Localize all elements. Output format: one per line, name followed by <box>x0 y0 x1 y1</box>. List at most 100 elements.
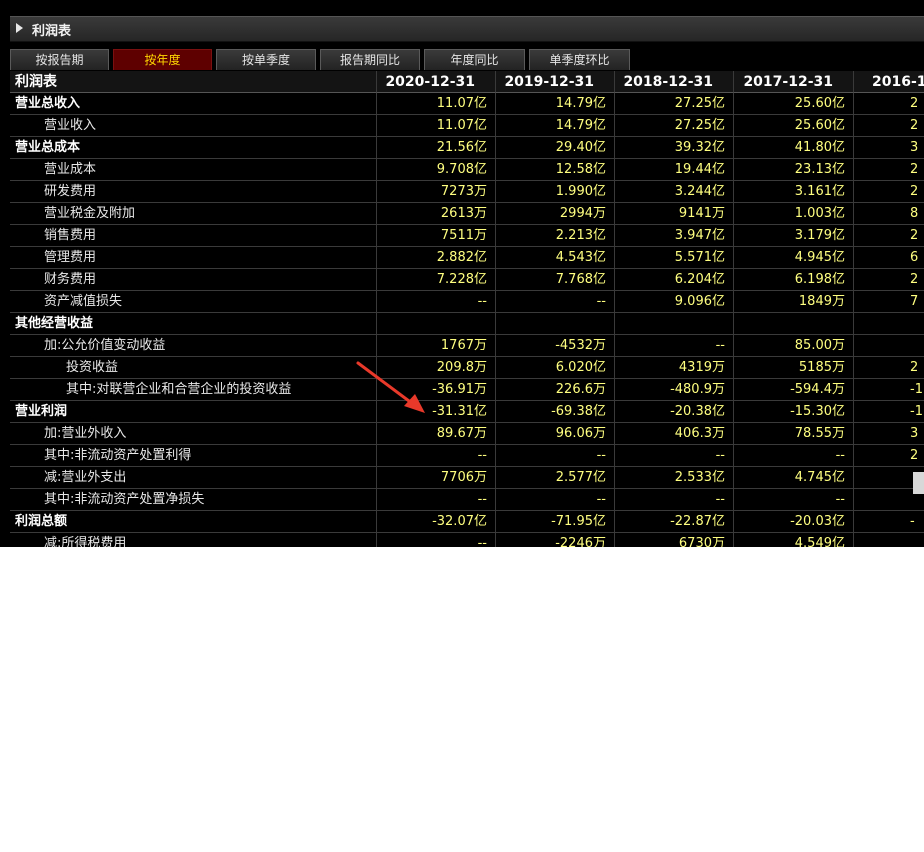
row-value: 25.60亿 <box>734 93 854 115</box>
table-row[interactable]: 投资收益 209.8万 6.020亿 4319万 5185万 2 <box>10 357 924 379</box>
row-value: 9.708亿 <box>377 159 496 181</box>
row-value: -- <box>615 445 734 467</box>
column-header[interactable]: 2018-12-31 <box>615 71 734 93</box>
row-value: 4319万 <box>615 357 734 379</box>
row-value: 9141万 <box>615 203 734 225</box>
row-value: 3 <box>854 423 924 445</box>
row-value: 19.44亿 <box>615 159 734 181</box>
table-row[interactable]: 管理费用 2.882亿 4.543亿 5.571亿 4.945亿 6 <box>10 247 924 269</box>
row-value: 1849万 <box>734 291 854 313</box>
row-value <box>377 313 496 335</box>
row-value: 4.745亿 <box>734 467 854 489</box>
tab-annual-yoy[interactable]: 年度同比 <box>424 49 525 70</box>
row-value: -- <box>377 489 496 511</box>
row-value: 23.13亿 <box>734 159 854 181</box>
row-value: 11.07亿 <box>377 115 496 137</box>
row-value: -- <box>734 489 854 511</box>
table-row[interactable]: 营业成本 9.708亿 12.58亿 19.44亿 23.13亿 2 <box>10 159 924 181</box>
tab-by-quarter[interactable]: 按单季度 <box>216 49 316 70</box>
table-row[interactable]: 其中:非流动资产处置净损失 -- -- -- -- <box>10 489 924 511</box>
row-value: -- <box>615 335 734 357</box>
table-row[interactable]: 财务费用 7.228亿 7.768亿 6.204亿 6.198亿 2 <box>10 269 924 291</box>
row-value: -480.9万 <box>615 379 734 401</box>
table-row[interactable]: 营业总成本 21.56亿 29.40亿 39.32亿 41.80亿 3 <box>10 137 924 159</box>
row-value: 41.80亿 <box>734 137 854 159</box>
row-value: 3.161亿 <box>734 181 854 203</box>
row-value: 3.179亿 <box>734 225 854 247</box>
row-value: -594.4万 <box>734 379 854 401</box>
row-value: 6730万 <box>615 533 734 547</box>
table-row[interactable]: 利润总额 -32.07亿 -71.95亿 -22.87亿 -20.03亿 - <box>10 511 924 533</box>
row-label: 管理费用 <box>10 247 377 269</box>
row-value: 9.096亿 <box>615 291 734 313</box>
column-header[interactable]: 2020-12-31 <box>377 71 496 93</box>
table-row[interactable]: 其他经营收益 <box>10 313 924 335</box>
table-row[interactable]: 营业总收入 11.07亿 14.79亿 27.25亿 25.60亿 2 <box>10 93 924 115</box>
table-row[interactable]: 加:营业外收入 89.67万 96.06万 406.3万 78.55万 3 <box>10 423 924 445</box>
row-label: 加:营业外收入 <box>10 423 377 445</box>
table-row[interactable]: 销售费用 7511万 2.213亿 3.947亿 3.179亿 2 <box>10 225 924 247</box>
table-row[interactable]: 营业税金及附加 2613万 2994万 9141万 1.003亿 8 <box>10 203 924 225</box>
row-value: - <box>854 511 924 533</box>
table-row[interactable]: 营业利润 -31.31亿 -69.38亿 -20.38亿 -15.30亿 -1 <box>10 401 924 423</box>
table-header-row: 利润表 2020-12-31 2019-12-31 2018-12-31 201… <box>10 71 924 93</box>
row-value: -- <box>377 445 496 467</box>
row-label: 其他经营收益 <box>10 313 377 335</box>
row-value: -- <box>377 291 496 313</box>
panel-title: 利润表 <box>32 24 72 39</box>
row-value: -- <box>496 445 615 467</box>
row-label: 研发费用 <box>10 181 377 203</box>
row-value: -- <box>615 489 734 511</box>
row-label: 营业收入 <box>10 115 377 137</box>
row-value: 2.213亿 <box>496 225 615 247</box>
row-value <box>615 313 734 335</box>
row-value: 1.003亿 <box>734 203 854 225</box>
row-value: 7.228亿 <box>377 269 496 291</box>
row-value: 39.32亿 <box>615 137 734 159</box>
row-value: 2 <box>854 225 924 247</box>
row-label: 营业成本 <box>10 159 377 181</box>
row-label: 其中:对联营企业和合营企业的投资收益 <box>10 379 377 401</box>
table-row[interactable]: 加:公允价值变动收益 1767万 -4532万 -- 85.00万 <box>10 335 924 357</box>
table-row[interactable]: 营业收入 11.07亿 14.79亿 27.25亿 25.60亿 2 <box>10 115 924 137</box>
row-label: 销售费用 <box>10 225 377 247</box>
table-row[interactable]: 减:营业外支出 7706万 2.577亿 2.533亿 4.745亿 <box>10 467 924 489</box>
row-value: 4.945亿 <box>734 247 854 269</box>
row-label: 利润总额 <box>10 511 377 533</box>
table-row[interactable]: 减:所得税费用 -- -2246万 6730万 4.549亿 <box>10 533 924 547</box>
row-value: 21.56亿 <box>377 137 496 159</box>
row-value: 2613万 <box>377 203 496 225</box>
row-value: 2 <box>854 93 924 115</box>
table-row[interactable]: 资产减值损失 -- -- 9.096亿 1849万 7 <box>10 291 924 313</box>
row-value: -69.38亿 <box>496 401 615 423</box>
row-value: -- <box>734 445 854 467</box>
tab-report-yoy[interactable]: 报告期同比 <box>320 49 420 70</box>
row-value: 6 <box>854 247 924 269</box>
panel-header[interactable]: 利润表 <box>10 16 924 42</box>
tab-quarter-qoq[interactable]: 单季度环比 <box>529 49 630 70</box>
row-value: -71.95亿 <box>496 511 615 533</box>
table-row[interactable]: 其中:非流动资产处置利得 -- -- -- -- 2 <box>10 445 924 467</box>
row-value: 27.25亿 <box>615 93 734 115</box>
row-value: -22.87亿 <box>615 511 734 533</box>
table-row[interactable]: 其中:对联营企业和合营企业的投资收益 -36.91万 226.6万 -480.9万 -5… <box>10 379 924 401</box>
tab-by-report-period[interactable]: 按报告期 <box>10 49 109 70</box>
row-value: -20.03亿 <box>734 511 854 533</box>
row-value: 6.198亿 <box>734 269 854 291</box>
row-value <box>854 533 924 547</box>
table-row[interactable]: 研发费用 7273万 1.990亿 3.244亿 3.161亿 2 <box>10 181 924 203</box>
row-value: -4532万 <box>496 335 615 357</box>
row-label: 营业利润 <box>10 401 377 423</box>
row-label: 投资收益 <box>10 357 377 379</box>
row-value: 6.204亿 <box>615 269 734 291</box>
row-value: 6.020亿 <box>496 357 615 379</box>
row-value: 27.25亿 <box>615 115 734 137</box>
column-header[interactable]: 2019-12-31 <box>496 71 615 93</box>
collapse-triangle-icon[interactable] <box>16 23 23 33</box>
column-header[interactable]: 2016-1 <box>854 71 924 93</box>
row-label: 营业总收入 <box>10 93 377 115</box>
column-header[interactable]: 2017-12-31 <box>734 71 854 93</box>
side-popup-edge <box>913 472 924 494</box>
tab-by-year[interactable]: 按年度 <box>113 49 212 70</box>
row-label: 财务费用 <box>10 269 377 291</box>
